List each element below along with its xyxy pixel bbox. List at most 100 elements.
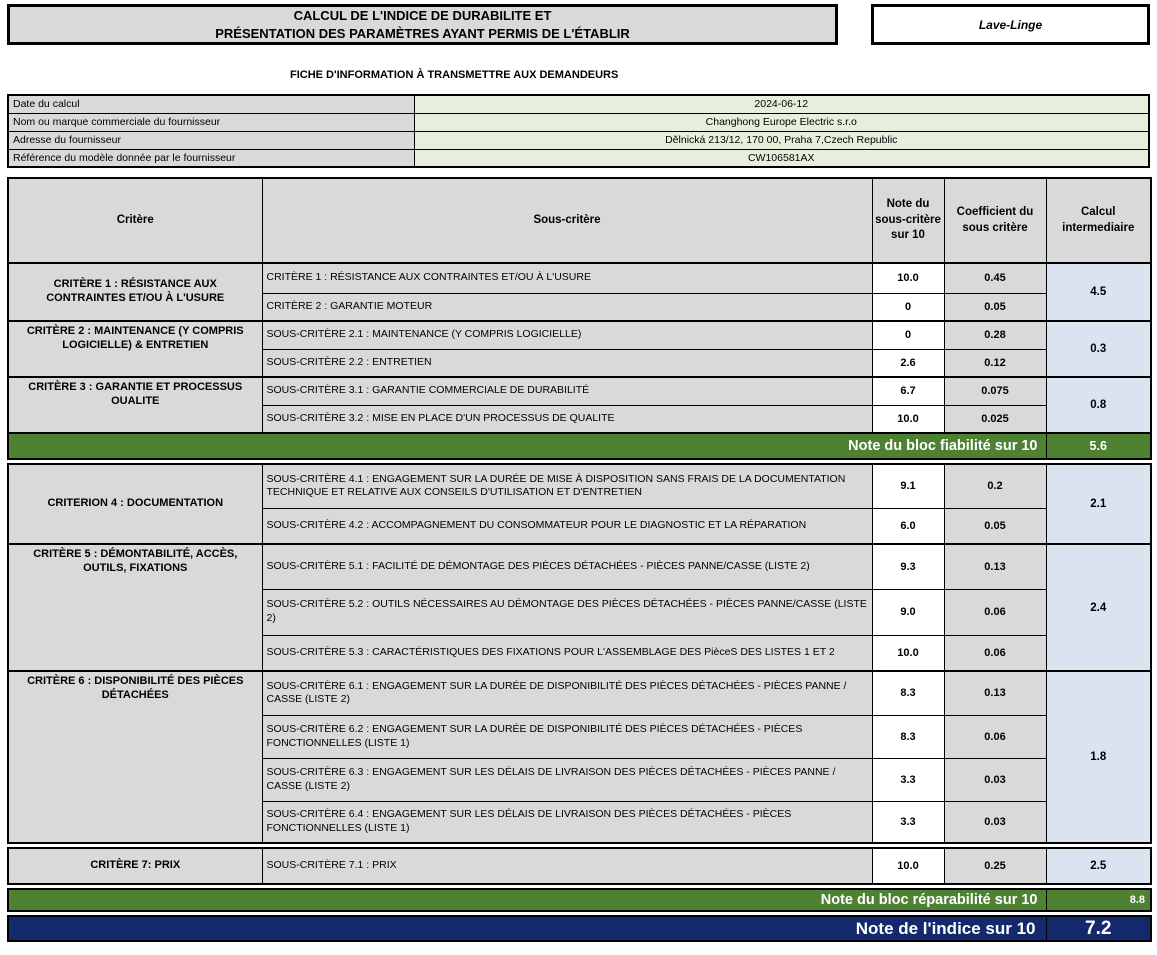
coefficient-cell: 0.06 (944, 715, 1046, 758)
criterion-cell: CRITERION 4 : DOCUMENTATION (8, 464, 262, 544)
subcriterion-cell: SOUS-CRITÈRE 3.1 : GARANTIE COMMERCIALE … (262, 377, 872, 405)
score-cell: 0 (872, 321, 944, 349)
subcriterion-cell: SOUS-CRITÈRE 6.3 : ENGAGEMENT SUR LES DÉ… (262, 758, 872, 801)
column-header-coefficient: Coefficient du sous critère (944, 178, 1046, 263)
info-label: Adresse du fournisseur (8, 131, 414, 149)
score-cell: 3.3 (872, 801, 944, 843)
table-row: Adresse du fournisseur Dělnická 213/12, … (8, 131, 1149, 149)
fiabilite-score-value: 5.6 (1046, 433, 1151, 459)
score-cell: 10.0 (872, 263, 944, 293)
intermediate-calc-cell: 2.4 (1046, 544, 1151, 671)
criterion-cell: CRITÈRE 3 : GARANTIE ET PROCESSUS OUALIT… (8, 377, 262, 433)
score-cell: 10.0 (872, 635, 944, 671)
column-header-note: Note du sous-critère sur 10 (872, 178, 944, 263)
table-row: CRITÈRE 2 : MAINTENANCE (Y COMPRIS LOGIC… (8, 321, 1151, 349)
document-subtitle: FICHE D'INFORMATION À TRANSMETTRE AUX DE… (290, 69, 1150, 81)
subcriterion-cell: SOUS-CRITÈRE 3.2 : MISE EN PLACE D'UN PR… (262, 405, 872, 433)
coefficient-cell: 0.05 (944, 508, 1046, 544)
final-index-row: Note de l'indice sur 10 7.2 (8, 916, 1151, 941)
info-value: CW106581AX (414, 149, 1149, 167)
intermediate-calc-cell: 0.8 (1046, 377, 1151, 433)
column-header-critere: Critère (8, 178, 262, 263)
criterion-cell: CRITÈRE 1 : RÉSISTANCE AUX CONTRAINTES E… (8, 263, 262, 321)
criterion-cell: CRITÈRE 6 : DISPONIBILITÉ DES PIÈCES DÉT… (8, 671, 262, 843)
intermediate-calc-cell: 1.8 (1046, 671, 1151, 843)
table-row: CRITÈRE 5 : DÉMONTABILITÉ, ACCÈS, OUTILS… (8, 544, 1151, 589)
score-cell: 8.3 (872, 671, 944, 715)
intermediate-calc-cell: 0.3 (1046, 321, 1151, 377)
subcriterion-cell: SOUS-CRITÈRE 5.1 : FACILITÉ DE DÉMONTAGE… (262, 544, 872, 589)
subcriterion-cell: SOUS-CRITÈRE 2.1 : MAINTENANCE (Y COMPRI… (262, 321, 872, 349)
final-index-value: 7.2 (1046, 916, 1151, 941)
subcriterion-cell: SOUS-CRITÈRE 2.2 : ENTRETIEN (262, 349, 872, 377)
table-row: CRITÈRE 1 : RÉSISTANCE AUX CONTRAINTES E… (8, 263, 1151, 293)
document-title-line2: PRÉSENTATION DES PARAMÈTRES AYANT PERMIS… (215, 25, 630, 43)
intermediate-calc-cell: 4.5 (1046, 263, 1151, 321)
subcriterion-cell: SOUS-CRITÈRE 6.2 : ENGAGEMENT SUR LA DUR… (262, 715, 872, 758)
criterion-cell: CRITÈRE 2 : MAINTENANCE (Y COMPRIS LOGIC… (8, 321, 262, 377)
table-row: CRITÈRE 7: PRIX SOUS-CRITÈRE 7.1 : PRIX … (8, 848, 1151, 884)
subcriterion-cell: SOUS-CRITÈRE 6.1 : ENGAGEMENT SUR LA DUR… (262, 671, 872, 715)
table-row: Référence du modèle donnée par le fourni… (8, 149, 1149, 167)
reparabilite-total-table: Note du bloc réparabilité sur 10 8.8 (7, 888, 1152, 912)
reparabilite-score-label: Note du bloc réparabilité sur 10 (8, 889, 1046, 911)
table-row: Nom ou marque commerciale du fournisseur… (8, 113, 1149, 131)
criterion-cell: CRITÈRE 7: PRIX (8, 848, 262, 884)
score-cell: 9.1 (872, 464, 944, 508)
coefficient-cell: 0.12 (944, 349, 1046, 377)
criteria-table-fiabilite: Critère Sous-critère Note du sous-critèr… (7, 177, 1152, 460)
coefficient-cell: 0.03 (944, 758, 1046, 801)
coefficient-cell: 0.06 (944, 635, 1046, 671)
table-row: CRITÈRE 6 : DISPONIBILITÉ DES PIÈCES DÉT… (8, 671, 1151, 715)
subcriterion-cell: SOUS-CRITÈRE 5.3 : CARACTÉRISTIQUES DES … (262, 635, 872, 671)
table-row: CRITERION 4 : DOCUMENTATION SOUS-CRITÈRE… (8, 464, 1151, 508)
final-index-table: Note de l'indice sur 10 7.2 (7, 915, 1152, 942)
score-cell: 0 (872, 293, 944, 321)
coefficient-cell: 0.28 (944, 321, 1046, 349)
intermediate-calc-cell: 2.1 (1046, 464, 1151, 544)
info-label: Nom ou marque commerciale du fournisseur (8, 113, 414, 131)
table-row: Date du calcul 2024-06-12 (8, 95, 1149, 113)
final-index-label: Note de l'indice sur 10 (8, 916, 1046, 941)
column-header-sous-critere: Sous-critère (262, 178, 872, 263)
coefficient-cell: 0.45 (944, 263, 1046, 293)
score-cell: 6.7 (872, 377, 944, 405)
score-cell: 8.3 (872, 715, 944, 758)
coefficient-cell: 0.25 (944, 848, 1046, 884)
subcriterion-cell: CRITÈRE 1 : RÉSISTANCE AUX CONTRAINTES E… (262, 263, 872, 293)
score-cell: 9.0 (872, 589, 944, 635)
intermediate-calc-cell: 2.5 (1046, 848, 1151, 884)
subcriterion-cell: SOUS-CRITÈRE 5.2 : OUTILS NÉCESSAIRES AU… (262, 589, 872, 635)
score-cell: 9.3 (872, 544, 944, 589)
subcriterion-cell: CRITÈRE 2 : GARANTIE MOTEUR (262, 293, 872, 321)
criterion-cell: CRITÈRE 5 : DÉMONTABILITÉ, ACCÈS, OUTILS… (8, 544, 262, 671)
reparabilite-total-row: Note du bloc réparabilité sur 10 8.8 (8, 889, 1151, 911)
coefficient-cell: 0.075 (944, 377, 1046, 405)
subcriterion-cell: SOUS-CRITÈRE 4.1 : ENGAGEMENT SUR LA DUR… (262, 464, 872, 508)
coefficient-cell: 0.06 (944, 589, 1046, 635)
table-row: CRITÈRE 3 : GARANTIE ET PROCESSUS OUALIT… (8, 377, 1151, 405)
info-value: Dělnická 213/12, 170 00, Praha 7,Czech R… (414, 131, 1149, 149)
reparabilite-score-value: 8.8 (1046, 889, 1151, 911)
info-value: Changhong Europe Electric s.r.o (414, 113, 1149, 131)
subcriterion-cell: SOUS-CRITÈRE 4.2 : ACCOMPAGNEMENT DU CON… (262, 508, 872, 544)
coefficient-cell: 0.05 (944, 293, 1046, 321)
coefficient-cell: 0.13 (944, 544, 1046, 589)
score-cell: 10.0 (872, 405, 944, 433)
supplier-info-table: Date du calcul 2024-06-12 Nom ou marque … (7, 94, 1150, 168)
score-cell: 10.0 (872, 848, 944, 884)
subcriterion-cell: SOUS-CRITÈRE 7.1 : PRIX (262, 848, 872, 884)
document-title: CALCUL DE L'INDICE DE DURABILITE ET PRÉS… (7, 4, 838, 45)
table-header-row: Critère Sous-critère Note du sous-critèr… (8, 178, 1151, 263)
score-cell: 2.6 (872, 349, 944, 377)
criteria-table-prix: CRITÈRE 7: PRIX SOUS-CRITÈRE 7.1 : PRIX … (7, 847, 1152, 885)
coefficient-cell: 0.2 (944, 464, 1046, 508)
page-banner: CALCUL DE L'INDICE DE DURABILITE ET PRÉS… (7, 4, 1150, 45)
score-cell: 3.3 (872, 758, 944, 801)
coefficient-cell: 0.13 (944, 671, 1046, 715)
score-cell: 6.0 (872, 508, 944, 544)
fiabilite-total-row: Note du bloc fiabilité sur 10 5.6 (8, 433, 1151, 459)
subcriterion-cell: SOUS-CRITÈRE 6.4 : ENGAGEMENT SUR LES DÉ… (262, 801, 872, 843)
coefficient-cell: 0.03 (944, 801, 1046, 843)
product-type-label: Lave-Linge (979, 18, 1042, 32)
